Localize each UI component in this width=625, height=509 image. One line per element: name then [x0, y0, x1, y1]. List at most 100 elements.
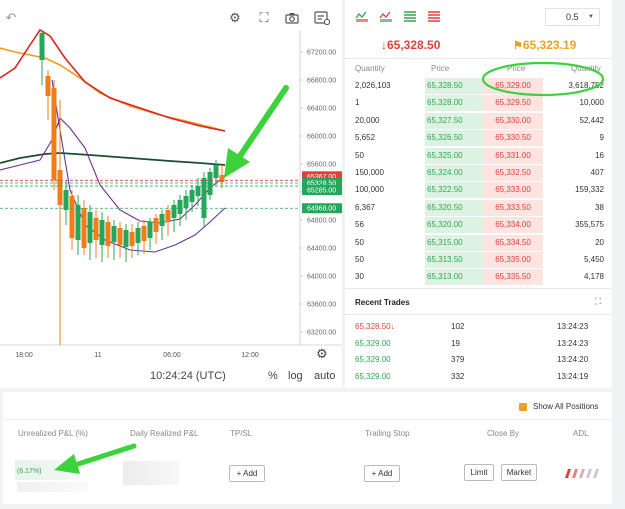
order-book-row[interactable]: 100,000 65,322.50 65,333.00 159,332	[345, 182, 612, 199]
precision-select[interactable]: 0.5 ▼	[545, 8, 600, 26]
candle-body	[81, 208, 87, 248]
trade-price: 65,328.50↓	[355, 322, 395, 331]
ask-quantity: 5,450	[583, 255, 604, 264]
candle-body	[207, 172, 213, 195]
candle-body	[39, 33, 45, 60]
trade-row: 65,329.00 332 13:24:19	[345, 368, 612, 385]
book-asks-icon[interactable]	[427, 10, 441, 22]
trade-price: 65,329.00	[355, 371, 391, 381]
ask-price: 65,330.50	[483, 130, 543, 147]
candle-body	[135, 228, 141, 243]
order-book-row[interactable]: 30 65,313.00 65,335.50 4,178	[345, 269, 612, 286]
price-chart[interactable]: 67200.00 66800.00 66400.00 66000.00 65600.00…	[0, 0, 342, 388]
ask-price: 65,333.50	[483, 199, 543, 216]
book-bids-icon[interactable]	[403, 10, 417, 22]
add-trailing-label: Add	[378, 469, 393, 478]
book-both-icon[interactable]	[355, 10, 369, 23]
ask-quantity: 52,442	[579, 115, 604, 125]
bid-quantity: 1	[355, 98, 360, 108]
order-book-row[interactable]: 56 65,320.00 65,334.00 355,575	[345, 217, 612, 234]
plus-icon: +	[236, 469, 242, 478]
col-daily-realized: Daily Realized P&L	[130, 429, 199, 438]
show-all-positions-label[interactable]: Show All Positions	[533, 402, 598, 411]
bid-quantity: 30	[355, 272, 364, 282]
bid-price: 65,325.00	[425, 147, 485, 164]
y-tick-label: 64000.00	[307, 274, 336, 281]
order-book-row[interactable]: 50 65,315.00 65,334.50 20	[345, 234, 612, 251]
candle-body	[75, 205, 81, 240]
candle-body	[189, 190, 195, 202]
trade-price: 65,329.00	[355, 338, 391, 348]
chart-panel[interactable]: ↶ ⚙ ⛶ 67200.00 66800.00 66400.00 66000.00 65…	[0, 0, 342, 388]
close-limit-button[interactable]: Limit	[464, 464, 494, 481]
bid-quantity: 100,000	[355, 185, 384, 195]
y-tick-label: 66800.00	[307, 78, 336, 85]
ask-quantity: 16	[595, 150, 604, 160]
trade-quantity: 332	[451, 371, 465, 381]
show-all-checkbox[interactable]	[519, 403, 527, 411]
ma-red-line	[0, 28, 226, 132]
utc-time-label[interactable]: 10:24:24 (UTC)	[150, 370, 226, 382]
candle-body	[147, 222, 153, 238]
ma-dark-green-line	[0, 152, 226, 166]
auto-scale-toggle[interactable]: auto	[314, 370, 335, 382]
annotation-ellipse	[481, 61, 605, 97]
trade-quantity: 379	[451, 355, 465, 364]
bid-quantity: 50	[355, 150, 364, 160]
last-price: ↓65,328.50	[381, 38, 441, 52]
candle-body	[171, 205, 177, 218]
y-tick-label: 66000.00	[307, 134, 336, 141]
ask-quantity: 355,575	[575, 220, 604, 230]
ask-quantity: 9	[599, 133, 604, 143]
trade-time: 13:24:23	[557, 338, 589, 348]
col-tpsl: TP/SL	[230, 429, 253, 438]
bid-quantity: 56	[355, 220, 364, 230]
order-book-row[interactable]: 150,000 65,324.00 65,332.50 407	[345, 165, 612, 181]
book-candle-icon[interactable]	[379, 10, 393, 23]
candle-body	[117, 228, 123, 245]
ma-purple-line	[0, 117, 226, 224]
expand-icon[interactable]: ⛶	[595, 296, 601, 307]
log-scale-toggle[interactable]: log	[288, 370, 303, 382]
divider	[3, 419, 612, 420]
trade-row: 65,328.50↓ 102 13:24:23	[345, 318, 612, 335]
bid-price: 65,324.00	[425, 165, 485, 181]
add-tpsl-button[interactable]: + Add	[229, 465, 265, 482]
trade-quantity: 102	[451, 322, 465, 331]
order-book-row[interactable]: 20,000 65,327.50 65,330.00 52,442	[345, 112, 612, 129]
ask-price: 65,334.00	[483, 217, 543, 234]
candle-body	[105, 222, 111, 246]
precision-value: 0.5	[566, 12, 579, 22]
bid-price: 65,313.00	[425, 269, 485, 286]
candle-body	[45, 76, 51, 96]
y-tick-label: 65600.00	[307, 162, 336, 169]
add-tpsl-label: Add	[243, 469, 258, 478]
y-tick-label: 63600.00	[307, 302, 336, 309]
order-book-row[interactable]: 50 65,325.00 65,331.00 16	[345, 147, 612, 164]
order-book-row[interactable]: 50 65,313.50 65,335.00 5,450	[345, 252, 612, 268]
bid-price: 65,320.50	[425, 199, 485, 216]
add-trailing-stop-button[interactable]: + Add	[364, 465, 400, 482]
bid-price: 65,326.50	[425, 130, 485, 147]
percent-scale-toggle[interactable]: %	[268, 370, 278, 382]
trade-quantity: 19	[451, 338, 460, 348]
order-book-row[interactable]: 5,652 65,326.50 65,330.50 9	[345, 130, 612, 147]
candle-body	[195, 186, 201, 196]
divider	[345, 288, 612, 289]
ask-price: 65,335.50	[483, 269, 543, 286]
col-price: Price	[431, 64, 450, 73]
candle-body	[165, 210, 171, 222]
ask-price: 65,330.00	[483, 112, 543, 129]
candle-body	[183, 196, 189, 208]
candle-body	[123, 230, 129, 247]
trade-time: 13:24:23	[557, 322, 589, 331]
bid-quantity: 50	[355, 237, 364, 247]
recent-trades-title: Recent Trades	[355, 298, 410, 307]
close-market-button[interactable]: Market	[501, 464, 537, 481]
ask-quantity: 4,178	[583, 272, 604, 282]
ask-price: 65,334.50	[483, 234, 543, 251]
chart-settings-gear-icon[interactable]: ⚙	[316, 346, 328, 362]
order-book-row[interactable]: 6,367 65,320.50 65,333.50 38	[345, 199, 612, 216]
bid-price: 65,327.50	[425, 112, 485, 129]
flag-icon: ⚑	[513, 40, 523, 52]
